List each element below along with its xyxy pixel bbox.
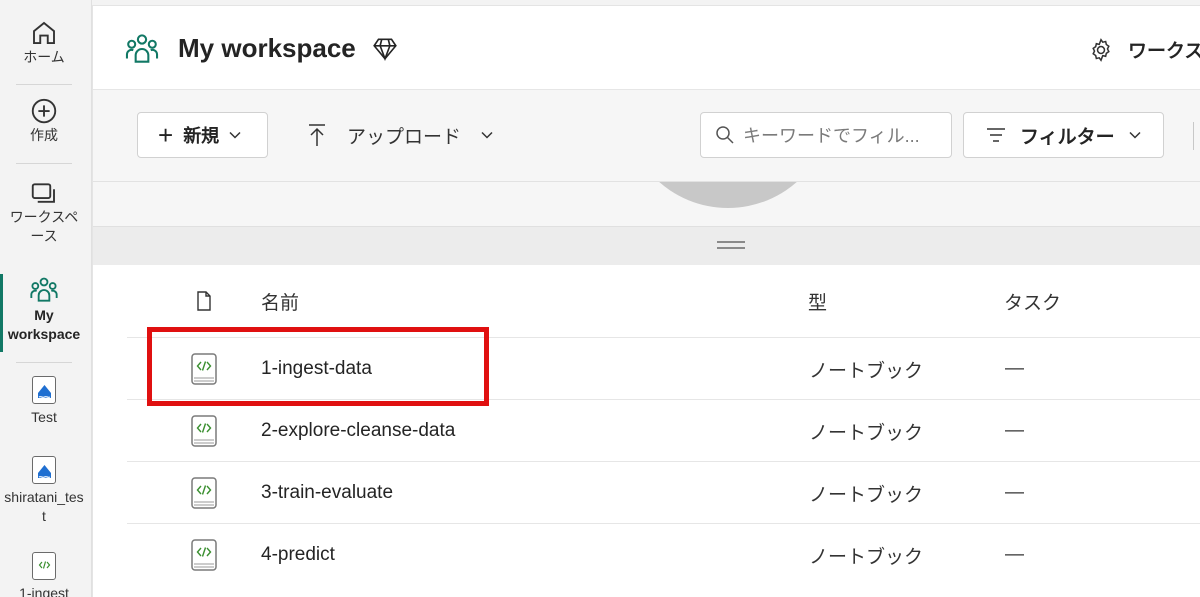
toolbar-divider [1193, 122, 1194, 150]
lakehouse-icon [32, 376, 56, 404]
chevron-down-icon [1129, 131, 1141, 139]
rail-home-label: ホーム [23, 49, 65, 65]
rail-workspaces-label: ワークスペース [9, 209, 79, 244]
rail-pinned-1-ingest[interactable]: 1-ingest [0, 552, 88, 597]
rail-divider [16, 84, 72, 85]
items-list: 名前 型 タスク 1-ingest-data ノートブック — 2-explor… [93, 265, 1200, 597]
item-task: — [1005, 482, 1024, 503]
rail-pinned-test[interactable]: Test [0, 376, 88, 427]
highlight-annotation-box [147, 327, 489, 406]
plus-icon: + [158, 120, 174, 150]
page-title: My workspace [178, 33, 356, 63]
main-panel: My workspace ワークス + 新規 アップロード キーワードでフィル.… [92, 5, 1200, 597]
item-task: — [1005, 420, 1024, 441]
notebook-icon [191, 477, 217, 509]
notebook-icon [32, 552, 56, 580]
search-input[interactable]: キーワードでフィル... [700, 112, 952, 158]
filter-icon [987, 128, 1005, 142]
rail-pinned-label: shiratani_test [4, 489, 84, 524]
item-name-link[interactable]: 4-predict [261, 524, 335, 586]
rail-my-workspace-label-1: My [34, 307, 54, 323]
lakehouse-icon [32, 456, 56, 484]
workspace-settings-label: ワークス [1128, 41, 1200, 62]
item-name-link[interactable]: 2-explore-cleanse-data [261, 400, 455, 462]
new-button[interactable]: + 新規 [137, 112, 268, 158]
workspace-header: My workspace ワークス [93, 6, 1200, 90]
upload-arrow-icon [309, 124, 325, 146]
rail-workspaces[interactable]: ワークスペース [0, 178, 88, 246]
rail-pinned-shiratani[interactable]: shiratani_test [0, 456, 88, 526]
home-icon [33, 21, 55, 44]
add-circle-icon [31, 98, 57, 124]
rail-create-label: 作成 [30, 127, 58, 143]
drag-handle-icon[interactable] [717, 241, 745, 249]
rail-home[interactable]: ホーム [0, 18, 88, 67]
column-header-task[interactable]: タスク [1004, 265, 1061, 337]
notebook-icon [191, 539, 217, 571]
filter-button-label: フィルター [1020, 126, 1115, 148]
rail-pinned-label: 1-ingest [19, 585, 69, 597]
toolbar: + 新規 アップロード キーワードでフィル... フィルター [93, 90, 1200, 182]
left-rail: ホーム 作成 ワークスペース My workspace Test shirata… [0, 0, 92, 597]
people-icon [125, 34, 159, 63]
file-icon [197, 291, 211, 311]
rail-my-workspace[interactable]: My workspace [0, 274, 88, 352]
chevron-down-icon [229, 131, 241, 139]
notebook-icon [191, 415, 217, 447]
gear-icon [1092, 37, 1110, 62]
item-type: ノートブック [809, 484, 924, 506]
premium-diamond-icon [373, 38, 397, 61]
resize-splitter[interactable] [93, 227, 1200, 265]
upload-button[interactable]: アップロード [307, 112, 493, 158]
item-type: ノートブック [809, 422, 924, 444]
search-icon [716, 126, 734, 144]
item-task: — [1005, 544, 1024, 565]
table-row[interactable]: 2-explore-cleanse-data ノートブック — [127, 399, 1200, 461]
item-task: — [1005, 358, 1024, 379]
rail-pinned-label: Test [31, 409, 57, 425]
rail-divider [16, 362, 72, 363]
table-row[interactable]: 4-predict ノートブック — [127, 523, 1200, 585]
rail-my-workspace-label-2: workspace [7, 326, 81, 342]
column-header-type[interactable]: 型 [808, 265, 827, 337]
item-type: ノートブック [809, 360, 924, 382]
item-name-link[interactable]: 3-train-evaluate [261, 462, 393, 524]
people-icon [30, 277, 58, 302]
item-type: ノートブック [809, 546, 924, 568]
rail-divider [16, 163, 72, 164]
new-button-label: 新規 [183, 126, 220, 146]
workspace-settings-button[interactable]: ワークス [1088, 36, 1200, 63]
rail-create[interactable]: 作成 [0, 96, 88, 145]
table-row[interactable]: 3-train-evaluate ノートブック — [127, 461, 1200, 523]
chevron-down-icon [481, 131, 493, 139]
filter-button[interactable]: フィルター [963, 112, 1164, 158]
upload-button-label: アップロード [347, 126, 462, 148]
search-placeholder: キーワードでフィル... [743, 126, 920, 146]
workspaces-icon [31, 183, 55, 203]
lineage-node-shape [624, 182, 832, 208]
lineage-preview-area [93, 182, 1200, 227]
